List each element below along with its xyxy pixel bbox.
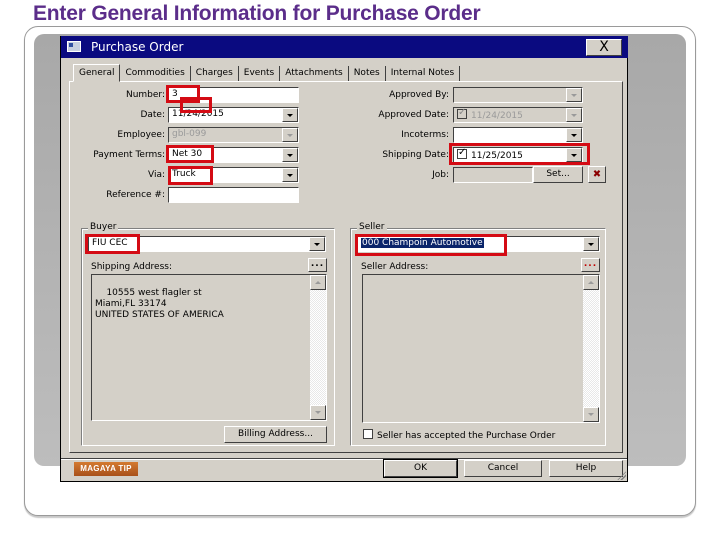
tab-notes[interactable]: Notes <box>349 66 386 82</box>
payment-terms-value: Net 30 <box>172 149 203 159</box>
tab-charges[interactable]: Charges <box>191 66 239 82</box>
seller-address-label: Seller Address: <box>361 262 429 272</box>
shipping-date-value: 11/25/2015 <box>471 151 523 161</box>
shipping-address-scrollbar[interactable] <box>310 275 326 420</box>
number-label: Number: <box>125 90 165 100</box>
approved-date-picker: 11/24/2015 <box>453 107 583 123</box>
seller-accepted-row[interactable]: Seller has accepted the Purchase Order <box>363 429 555 441</box>
incoterms-dropdown[interactable] <box>453 127 583 143</box>
seller-value: 000 Champoin Automotive <box>361 238 484 248</box>
job-label: Job: <box>432 170 449 180</box>
window-icon <box>67 41 81 52</box>
employee-dropdown: gbl-099 <box>168 127 299 143</box>
help-button[interactable]: Help <box>549 460 623 477</box>
seller-accepted-checkbox[interactable] <box>363 429 373 439</box>
chevron-down-icon <box>566 108 582 122</box>
slide-title: Enter General Information for Purchase O… <box>33 2 481 25</box>
buyer-group-title: Buyer <box>88 222 119 232</box>
close-button[interactable]: X <box>586 39 622 56</box>
approved-date-checkbox <box>457 108 467 119</box>
job-set-button[interactable]: Set... <box>533 166 583 183</box>
via-dropdown[interactable]: Truck <box>168 167 299 183</box>
billing-address-button[interactable]: Billing Address... <box>224 426 327 443</box>
seller-dropdown[interactable]: 000 Champoin Automotive <box>357 236 600 252</box>
shipping-date-picker[interactable]: 11/25/2015 <box>453 147 583 163</box>
chevron-down-icon[interactable] <box>566 148 582 162</box>
dialog-titlebar[interactable]: Purchase Order X <box>61 36 628 58</box>
job-input <box>453 167 533 183</box>
employee-label: Employee: <box>117 130 165 140</box>
purchase-order-dialog: Purchase Order X General Commodities Cha… <box>60 36 628 482</box>
date-dropdown[interactable]: 11/24/2015 <box>168 107 299 123</box>
shipping-address-text: 10555 west flagler st Miami,FL 33174 UNI… <box>95 288 224 320</box>
number-input[interactable]: 3 <box>168 87 299 103</box>
seller-address-scrollbar[interactable] <box>583 275 599 422</box>
chevron-down-icon[interactable] <box>282 108 298 122</box>
buyer-value: FIU CEC <box>92 238 128 248</box>
shipping-address-more-button[interactable]: ... <box>308 258 327 272</box>
clear-job-icon[interactable]: ✖ <box>588 166 606 183</box>
seller-address-more-button[interactable]: ... <box>581 258 600 272</box>
date-value: 11/24/2015 <box>172 109 224 119</box>
scroll-up-icon[interactable] <box>583 275 599 290</box>
approved-by-dropdown <box>453 87 583 103</box>
chevron-down-icon[interactable] <box>583 237 599 251</box>
cancel-button[interactable]: Cancel <box>464 460 542 477</box>
buyer-dropdown[interactable]: FIU CEC <box>88 236 326 252</box>
approved-date-label: Approved Date: <box>378 110 449 120</box>
employee-value: gbl-099 <box>172 129 207 139</box>
via-value: Truck <box>172 169 196 179</box>
tab-commodities[interactable]: Commodities <box>120 66 191 82</box>
shipping-date-label: Shipping Date: <box>382 150 449 160</box>
scroll-up-icon[interactable] <box>310 275 326 290</box>
chevron-down-icon <box>566 88 582 102</box>
seller-accepted-label: Seller has accepted the Purchase Order <box>377 431 556 441</box>
chevron-down-icon[interactable] <box>309 237 325 251</box>
reference-input[interactable] <box>168 187 299 203</box>
tab-events[interactable]: Events <box>239 66 281 82</box>
approved-by-label: Approved By: <box>389 90 449 100</box>
via-label: Via: <box>147 170 165 180</box>
scroll-down-icon[interactable] <box>310 405 326 420</box>
chevron-down-icon <box>282 128 298 142</box>
shipping-address-textarea[interactable]: 10555 west flagler st Miami,FL 33174 UNI… <box>91 274 327 421</box>
magaya-tip-button[interactable]: MAGAYA TIP <box>74 462 138 476</box>
date-label: Date: <box>140 110 165 120</box>
payment-terms-dropdown[interactable]: Net 30 <box>168 147 299 163</box>
approved-date-value: 11/24/2015 <box>471 111 523 121</box>
chevron-down-icon[interactable] <box>282 148 298 162</box>
incoterms-label: Incoterms: <box>401 130 449 140</box>
resize-grip-icon[interactable] <box>616 470 626 480</box>
reference-label: Reference #: <box>106 190 165 200</box>
dialog-title: Purchase Order <box>91 40 184 54</box>
chevron-down-icon[interactable] <box>566 128 582 142</box>
footer-separator <box>61 458 627 460</box>
seller-address-textarea[interactable] <box>362 274 600 423</box>
tab-internal-notes[interactable]: Internal Notes <box>386 66 461 82</box>
tab-bar: General Commodities Charges Events Attac… <box>73 64 461 82</box>
shipping-date-checkbox[interactable] <box>457 148 467 159</box>
scroll-down-icon[interactable] <box>583 407 599 422</box>
ok-button[interactable]: OK <box>383 459 458 478</box>
seller-group-title: Seller <box>357 222 387 232</box>
tab-attachments[interactable]: Attachments <box>280 66 349 82</box>
shipping-address-label: Shipping Address: <box>91 262 172 272</box>
tab-general[interactable]: General <box>73 64 121 82</box>
chevron-down-icon[interactable] <box>282 168 298 182</box>
payment-terms-label: Payment Terms: <box>93 150 165 160</box>
